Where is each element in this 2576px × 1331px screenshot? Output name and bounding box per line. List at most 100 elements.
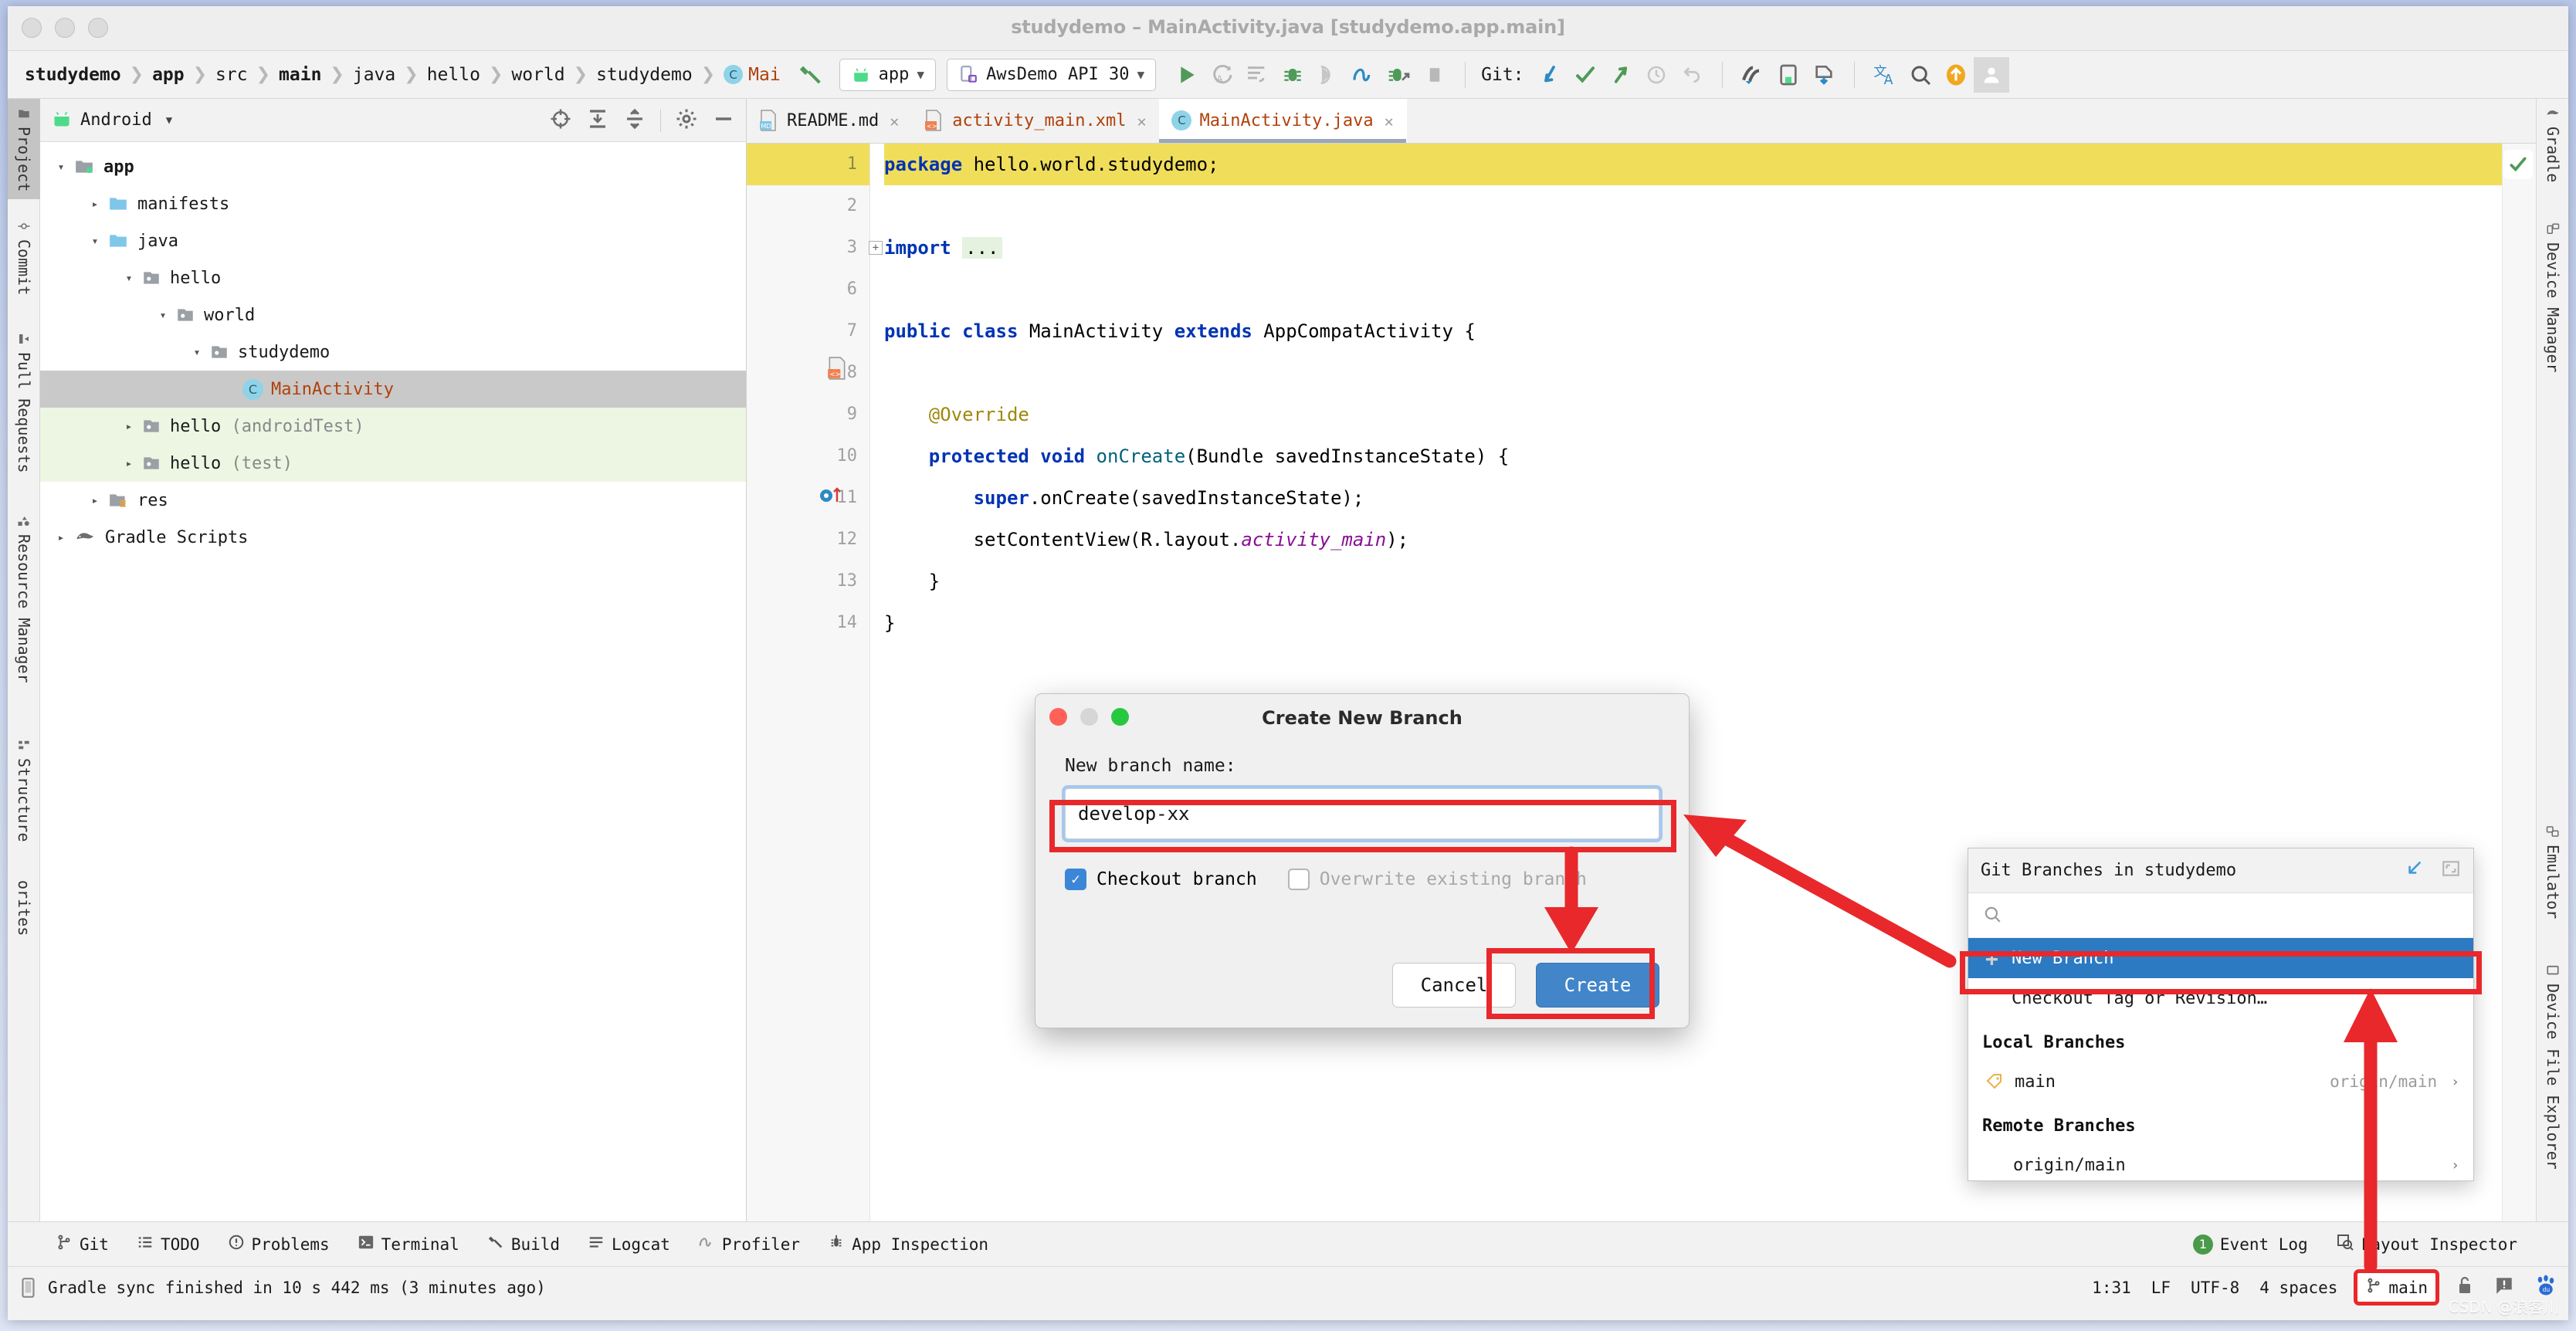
- commit-icon[interactable]: [1568, 57, 1603, 93]
- git-popup-checkout-tag[interactable]: Checkout Tag or Revision…: [1968, 978, 2473, 1018]
- breadcrumb-item[interactable]: src: [211, 65, 253, 85]
- tree-item-res[interactable]: ▸ res: [40, 482, 746, 519]
- run-configuration-selector[interactable]: app ▼: [839, 58, 937, 91]
- history-icon[interactable]: [1639, 57, 1674, 93]
- account-icon[interactable]: [1973, 56, 2009, 93]
- tree-item-studydemo[interactable]: ▾ studydemo: [40, 334, 746, 371]
- inspection-status-badge[interactable]: [2503, 150, 2533, 179]
- chevron-right-icon[interactable]: ▸: [83, 197, 107, 211]
- tool-button-layout-inspector[interactable]: Layout Inspector: [2336, 1233, 2517, 1255]
- breadcrumb-item[interactable]: java: [348, 65, 400, 85]
- checkout-branch-checkbox[interactable]: ✓ Checkout branch: [1065, 869, 1257, 890]
- breadcrumb-item[interactable]: main: [274, 65, 326, 85]
- tool-button-terminal[interactable]: Terminal: [358, 1234, 459, 1255]
- sidebar-item-structure[interactable]: Structure: [8, 730, 40, 849]
- tree-item-hello-test[interactable]: ▸ hello (test): [40, 445, 746, 482]
- tool-button-app-inspection[interactable]: App Inspection: [828, 1234, 988, 1255]
- code-line[interactable]: @Override: [884, 394, 2502, 435]
- sidebar-item-favorites[interactable]: orites: [8, 872, 40, 943]
- sidebar-item-project[interactable]: Project: [8, 99, 40, 200]
- expand-icon[interactable]: [2441, 859, 2461, 883]
- revert-icon[interactable]: [1674, 57, 1710, 93]
- build-hammer-icon[interactable]: [793, 57, 829, 93]
- translate-icon[interactable]: 文A: [1867, 57, 1903, 93]
- stop-icon[interactable]: [1417, 57, 1452, 93]
- tool-button-event-log[interactable]: 1 Event Log: [2192, 1234, 2308, 1255]
- chevron-right-icon[interactable]: ▸: [117, 419, 141, 433]
- sidebar-item-pull-requests[interactable]: Pull Requests: [8, 324, 40, 481]
- sidebar-item-device-file-explorer[interactable]: Device File Explorer: [2537, 956, 2568, 1177]
- code-line[interactable]: }: [884, 602, 2502, 644]
- chevron-down-icon[interactable]: ▾: [151, 308, 175, 322]
- code-line[interactable]: protected void onCreate(Bundle savedInst…: [884, 435, 2502, 477]
- code-line[interactable]: import ...: [884, 227, 2502, 269]
- tree-item-java[interactable]: ▾ java: [40, 222, 746, 259]
- git-popup-search-input[interactable]: [2012, 906, 2459, 925]
- git-popup-branch-main[interactable]: main origin/main ›: [1968, 1062, 2473, 1102]
- cancel-button[interactable]: Cancel: [1392, 963, 1516, 1008]
- sidebar-item-commit[interactable]: Commit: [8, 212, 40, 303]
- code-line[interactable]: super.onCreate(savedInstanceState);: [884, 477, 2502, 519]
- branch-name-input[interactable]: develop-xx: [1065, 788, 1659, 839]
- code-line[interactable]: [884, 352, 2502, 394]
- xml-relation-gutter-icon[interactable]: <>: [827, 357, 847, 383]
- line-separator[interactable]: LF: [2151, 1279, 2171, 1297]
- tab-mainactivity-java[interactable]: C MainActivity.java ✕: [1159, 99, 1407, 143]
- tab-readme-md[interactable]: MD README.md ✕: [747, 99, 912, 143]
- code-line[interactable]: package hello.world.studydemo;: [884, 144, 2502, 185]
- locate-icon[interactable]: [549, 107, 572, 134]
- status-bar-branch-widget[interactable]: main: [2354, 1269, 2439, 1306]
- file-encoding[interactable]: UTF-8: [2191, 1279, 2239, 1297]
- breadcrumb-item[interactable]: app: [147, 65, 189, 85]
- override-method-gutter-icon[interactable]: [818, 483, 846, 508]
- run-icon[interactable]: [1168, 57, 1204, 93]
- code-line[interactable]: setContentView(R.layout.activity_main);: [884, 519, 2502, 561]
- collapse-all-icon[interactable]: [623, 107, 646, 134]
- sidebar-item-device-manager[interactable]: Device Manager: [2537, 215, 2568, 381]
- chevron-down-icon[interactable]: ▾: [49, 160, 73, 174]
- sidebar-item-gradle[interactable]: Gradle: [2537, 99, 2568, 190]
- chevron-right-icon[interactable]: ▸: [117, 456, 141, 470]
- close-icon[interactable]: ✕: [1137, 112, 1146, 130]
- tree-item-mainactivity[interactable]: C MainActivity: [40, 371, 746, 408]
- tool-button-problems[interactable]: Problems: [228, 1234, 330, 1255]
- sidebar-item-emulator[interactable]: Emulator: [2537, 817, 2568, 926]
- chevron-right-icon[interactable]: ▸: [49, 530, 73, 544]
- device-selector[interactable]: AwsDemo API 30 ▼: [947, 58, 1157, 91]
- hide-icon[interactable]: [712, 107, 735, 134]
- tool-button-git[interactable]: Git: [56, 1234, 109, 1255]
- settings-icon[interactable]: [675, 107, 698, 134]
- push-icon[interactable]: [1603, 57, 1639, 93]
- project-tree[interactable]: ▾ app ▸ manifests ▾ java ▾ hello ▾ world…: [40, 142, 746, 1221]
- tree-item-manifests[interactable]: ▸ manifests: [40, 185, 746, 222]
- git-popup-new-branch[interactable]: + New Branch: [1968, 938, 2473, 978]
- debug-apply-icon[interactable]: [1381, 57, 1417, 93]
- update-project-icon[interactable]: [1532, 57, 1568, 93]
- breadcrumb-class[interactable]: C Mai: [719, 65, 785, 85]
- chevron-right-icon[interactable]: ›: [2451, 1157, 2459, 1174]
- close-icon[interactable]: ✕: [890, 112, 899, 130]
- breadcrumb[interactable]: studydemo ❯ app ❯ src ❯ main ❯ java ❯ he…: [20, 65, 785, 85]
- debug-icon[interactable]: [1275, 57, 1310, 93]
- code-line[interactable]: [884, 185, 2502, 227]
- tool-button-todo[interactable]: TODO: [137, 1234, 200, 1255]
- caret-position[interactable]: 1:31: [2092, 1279, 2131, 1297]
- git-popup-search[interactable]: [1968, 893, 2473, 938]
- breadcrumb-item[interactable]: studydemo: [591, 65, 697, 85]
- device-file-icon[interactable]: [1806, 57, 1842, 93]
- tree-item-hello-androidtest[interactable]: ▸ hello (androidTest): [40, 408, 746, 445]
- tree-item-app[interactable]: ▾ app: [40, 148, 746, 185]
- chevron-right-icon[interactable]: ›: [2451, 1074, 2459, 1090]
- chevron-down-icon[interactable]: ▼: [166, 114, 172, 127]
- project-view-selector[interactable]: Android: [80, 110, 152, 130]
- tab-activity-main-xml[interactable]: <> activity_main.xml ✕: [912, 99, 1159, 143]
- avd-manager-icon[interactable]: [1735, 57, 1771, 93]
- expand-all-icon[interactable]: [586, 107, 609, 134]
- sdk-manager-icon[interactable]: [1771, 57, 1806, 93]
- attach-debugger-icon[interactable]: [1310, 57, 1346, 93]
- open-in-window-icon[interactable]: [2404, 859, 2424, 883]
- chevron-down-icon[interactable]: ▾: [83, 234, 107, 248]
- git-popup-branch-origin-main[interactable]: origin/main ›: [1968, 1145, 2473, 1185]
- indent-setting[interactable]: 4 spaces: [2259, 1279, 2337, 1297]
- fold-expand-icon[interactable]: +: [869, 241, 883, 255]
